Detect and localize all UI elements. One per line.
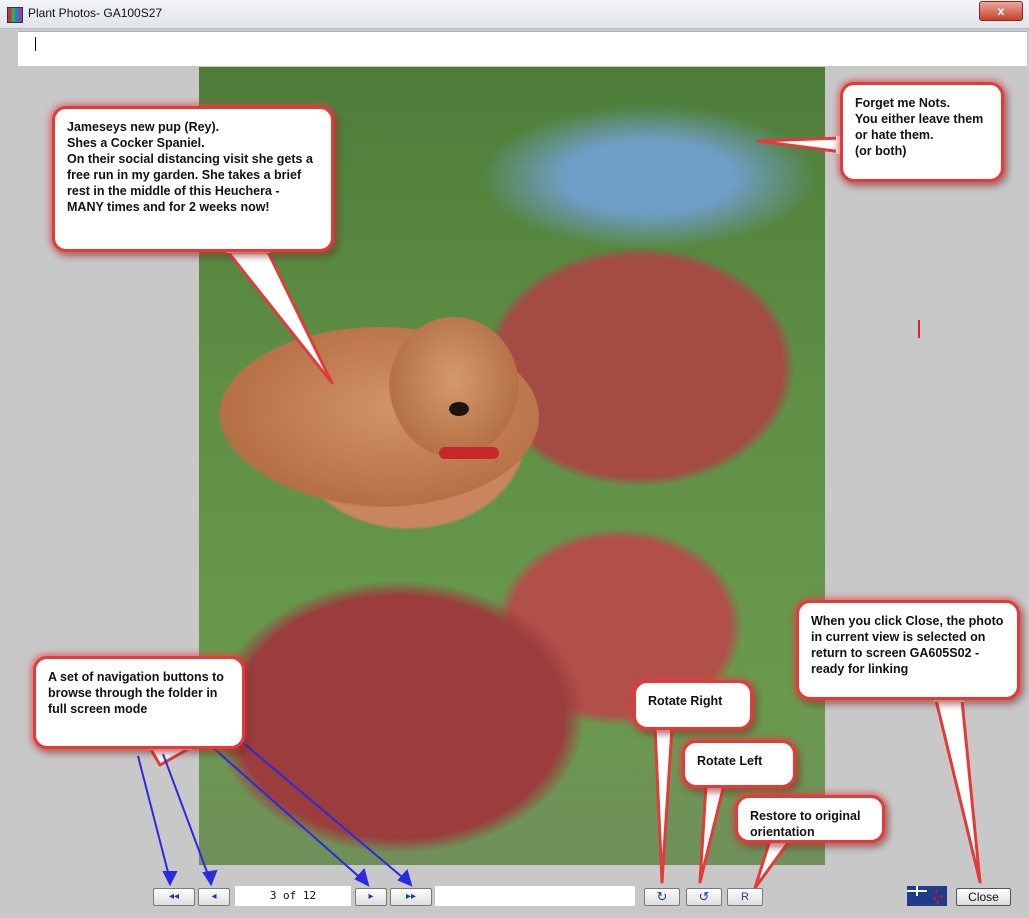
navigation-callout: A set of navigation buttons to browse th…	[33, 656, 245, 749]
rotate-right-icon: ↻	[656, 889, 668, 904]
flag-star	[940, 895, 943, 898]
caption-input[interactable]	[18, 31, 1027, 66]
restore-callout: Restore to original orientation	[735, 795, 885, 843]
dog-head-shape	[389, 317, 519, 457]
red-mark	[918, 320, 920, 338]
file-path-field[interactable]	[435, 886, 635, 906]
rotate-left-callout: Rotate Left	[682, 740, 796, 788]
dog-nose-shape	[449, 402, 469, 416]
flag-star	[933, 897, 936, 900]
rotate-left-icon: ↺	[698, 889, 710, 904]
close-info-callout: When you click Close, the photo in curre…	[796, 600, 1020, 700]
union-jack-shape	[907, 886, 927, 896]
forget-me-nots-callout: Forget me Nots. You either leave them or…	[840, 82, 1004, 182]
last-photo-button[interactable]: ▸▸	[390, 888, 432, 906]
restore-orientation-button[interactable]: R	[727, 888, 763, 906]
nav-callout-tail	[148, 746, 192, 767]
window-close-button[interactable]: x	[979, 1, 1023, 21]
window-title: Plant Photos- GA100S27	[28, 6, 163, 20]
rotate-right-callout: Rotate Right	[633, 680, 753, 730]
previous-photo-button[interactable]: ◂	[198, 888, 230, 906]
rotate-right-button[interactable]: ↻	[644, 888, 680, 906]
rotate-left-button[interactable]: ↺	[686, 888, 722, 906]
flag-star	[936, 901, 939, 904]
pup-callout: Jameseys new pup (Rey). Shes a Cocker Sp…	[52, 106, 334, 252]
text-caret	[35, 37, 36, 51]
title-bar: Plant Photos- GA100S27 x	[0, 0, 1029, 29]
photo-viewer-window: Plant Photos- GA100S27 x Jameseys new pu…	[0, 0, 1029, 918]
app-icon	[7, 7, 23, 23]
next-photo-button[interactable]: ▸	[355, 888, 387, 906]
close-callout-tail	[934, 698, 982, 884]
flag-star	[935, 890, 938, 893]
photo-counter: 3 of 12	[235, 886, 351, 906]
arrow-to-first	[137, 755, 171, 881]
close-button[interactable]: Close	[956, 888, 1011, 906]
nz-flag-icon	[907, 886, 947, 906]
first-photo-button[interactable]: ◂◂	[153, 888, 195, 906]
dog-collar-shape	[439, 447, 499, 459]
